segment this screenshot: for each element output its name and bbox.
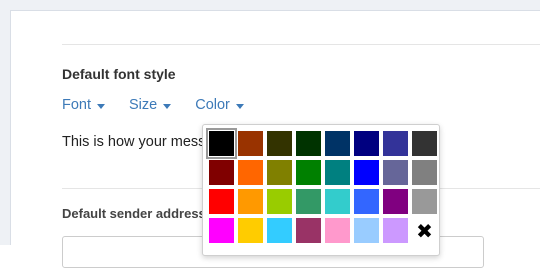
color-swatch[interactable] — [383, 160, 408, 185]
color-swatch[interactable] — [383, 189, 408, 214]
color-swatch[interactable] — [296, 189, 321, 214]
color-swatch[interactable] — [325, 131, 350, 156]
font-preview-text: This is how your message will look — [62, 134, 204, 150]
font-style-title: Default font style — [62, 66, 176, 82]
color-swatch[interactable] — [296, 160, 321, 185]
formatting-toolbar: Font Size Color — [62, 97, 268, 113]
sender-address-label: Default sender address — [62, 206, 202, 221]
color-swatch[interactable] — [267, 189, 292, 214]
caret-down-icon — [235, 103, 244, 109]
color-swatch[interactable] — [238, 160, 263, 185]
color-swatch[interactable] — [383, 218, 408, 243]
color-picker-popup: ✖ — [202, 124, 440, 256]
color-swatch[interactable] — [354, 189, 379, 214]
color-swatch[interactable] — [296, 131, 321, 156]
color-swatch[interactable] — [354, 218, 379, 243]
color-swatch[interactable] — [383, 131, 408, 156]
color-swatch[interactable] — [267, 131, 292, 156]
color-swatch[interactable] — [325, 218, 350, 243]
color-swatch[interactable] — [354, 131, 379, 156]
color-swatch[interactable] — [209, 189, 234, 214]
color-swatch[interactable] — [412, 160, 437, 185]
color-dropdown[interactable]: Color — [195, 97, 244, 113]
color-swatch[interactable] — [206, 128, 237, 159]
color-swatch[interactable] — [325, 160, 350, 185]
size-dropdown[interactable]: Size — [129, 97, 172, 113]
window-frame-left — [0, 0, 11, 245]
font-dropdown[interactable]: Font — [62, 97, 106, 113]
color-swatch[interactable] — [238, 131, 263, 156]
color-swatch-grid: ✖ — [206, 128, 437, 243]
color-swatch[interactable] — [325, 189, 350, 214]
caret-down-icon — [97, 103, 106, 109]
color-swatch[interactable] — [296, 218, 321, 243]
color-swatch[interactable] — [209, 218, 234, 243]
color-swatch[interactable] — [412, 189, 437, 214]
clear-color-icon[interactable]: ✖ — [412, 218, 437, 243]
color-swatch[interactable] — [209, 160, 234, 185]
section-divider — [62, 44, 540, 45]
color-swatch[interactable] — [354, 160, 379, 185]
color-swatch[interactable] — [412, 131, 437, 156]
size-dropdown-label: Size — [129, 97, 158, 113]
color-swatch[interactable] — [238, 189, 263, 214]
caret-down-icon — [163, 103, 172, 109]
font-dropdown-label: Font — [62, 97, 92, 113]
color-swatch[interactable] — [267, 218, 292, 243]
color-swatch[interactable] — [238, 218, 263, 243]
color-dropdown-label: Color — [195, 97, 230, 113]
color-swatch[interactable] — [267, 160, 292, 185]
window-frame-top — [10, 0, 540, 11]
